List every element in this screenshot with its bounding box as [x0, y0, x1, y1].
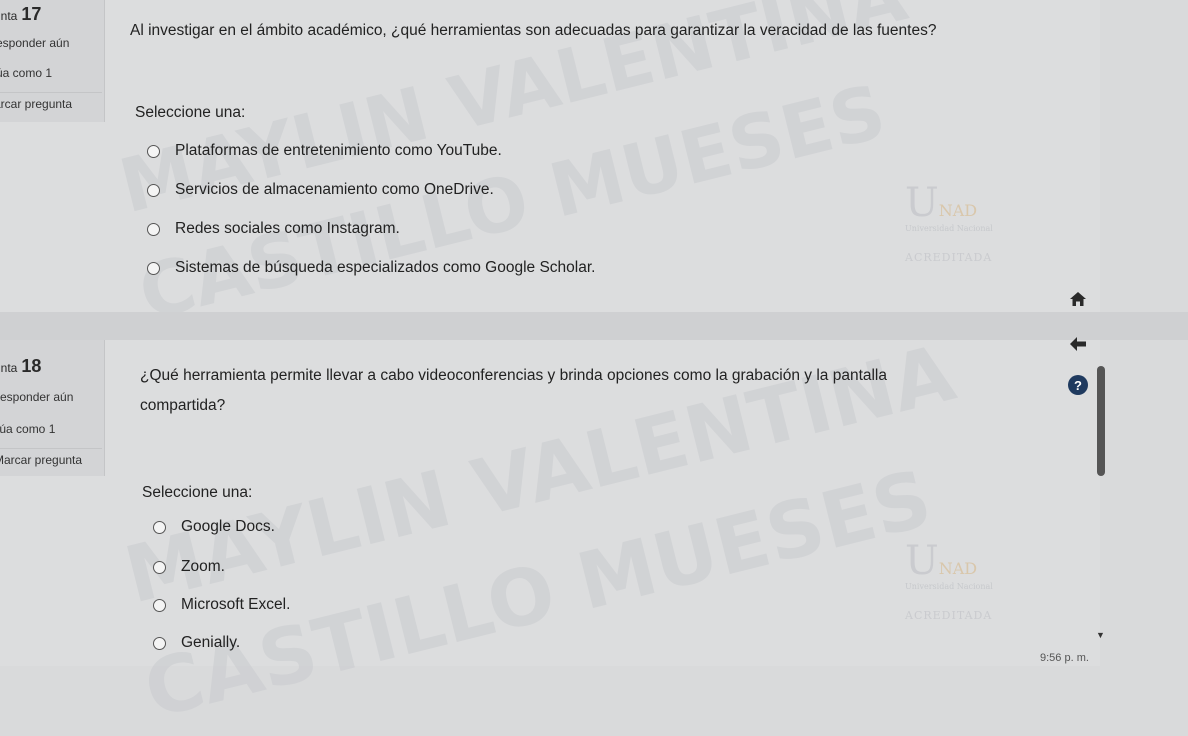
option-label: Servicios de almacenamiento como OneDriv… [175, 181, 494, 198]
logo-subtitle: Universidad Nacional [905, 582, 993, 591]
radio-button[interactable] [147, 183, 160, 197]
question-18-status: responder aún [0, 390, 74, 404]
question-18-score: túa como 1 [0, 422, 56, 436]
question-17-status: esponder aún [0, 36, 70, 50]
back-button[interactable] [1068, 334, 1088, 354]
question-18-text-line1: ¿Qué herramienta permite llevar a cabo v… [140, 367, 887, 384]
radio-button[interactable] [153, 598, 166, 612]
question-18-text: ¿Qué herramienta permite llevar a cabo v… [140, 365, 887, 417]
question-18-info: unta18 responder aún túa como 1 Marcar p… [0, 340, 105, 476]
home-icon [1070, 292, 1086, 306]
option-label: Plataformas de entretenimiento como YouT… [175, 142, 502, 159]
question-18-prompt: Seleccione una: [142, 484, 253, 501]
question-17-text: Al investigar en el ámbito académico, ¿q… [130, 22, 937, 39]
question-label: unta [0, 361, 18, 375]
home-button[interactable] [1068, 289, 1088, 309]
option-label: Redes sociales como Instagram. [175, 220, 400, 237]
help-icon: ? [1074, 377, 1082, 393]
scrollbar-thumb[interactable] [1097, 366, 1105, 476]
q18-option-d[interactable]: Genially. [153, 634, 240, 652]
question-17-block: unta17 esponder aún úa como 1 arcar preg… [0, 0, 1100, 337]
option-label: Sistemas de búsqueda especializados como… [175, 259, 596, 276]
radio-button[interactable] [153, 560, 166, 574]
unad-logo-17: UNAD Universidad Nacional ACREDITADA [905, 180, 993, 264]
unad-logo-18: UNAD Universidad Nacional ACREDITADA [905, 538, 993, 622]
scroll-down-arrow-icon[interactable]: ▼ [1096, 630, 1105, 640]
q18-option-b[interactable]: Zoom. [153, 558, 225, 576]
logo-nad: NAD [938, 201, 978, 220]
option-label: Microsoft Excel. [181, 596, 291, 613]
question-17-info: unta17 esponder aún úa como 1 arcar preg… [0, 0, 105, 122]
q17-option-a[interactable]: Plataformas de entretenimiento como YouT… [147, 142, 502, 160]
question-18-number: unta18 [0, 356, 41, 377]
question-separator [0, 312, 1188, 340]
watermark-surname-17: CASTILLO MUESES [130, 68, 894, 338]
radio-button[interactable] [153, 520, 166, 534]
question-number: 18 [21, 356, 42, 376]
flag-question-17-link[interactable]: arcar pregunta [0, 92, 102, 111]
question-label: unta [0, 9, 18, 23]
q17-option-d[interactable]: Sistemas de búsqueda especializados como… [147, 259, 595, 277]
status-time: 9:56 p. m. [1040, 652, 1089, 664]
back-arrow-icon [1070, 337, 1086, 351]
question-17-number: unta17 [0, 4, 41, 25]
question-18-text-line2: compartida? [140, 397, 226, 414]
question-17-score: úa como 1 [0, 66, 53, 80]
q17-option-b[interactable]: Servicios de almacenamiento como OneDriv… [147, 181, 494, 199]
help-button[interactable]: ? [1068, 375, 1088, 395]
watermark-surname-18: CASTILLO MUESES [136, 453, 940, 736]
q18-option-a[interactable]: Google Docs. [153, 518, 275, 536]
q17-option-c[interactable]: Redes sociales como Instagram. [147, 220, 400, 238]
logo-u: U [905, 180, 939, 226]
radio-button[interactable] [147, 222, 160, 236]
flag-question-18-link[interactable]: Marcar pregunta [0, 448, 102, 467]
option-label: Google Docs. [181, 518, 275, 535]
logo-subtitle: Universidad Nacional [905, 224, 993, 233]
logo-nad: NAD [938, 559, 978, 578]
logo-accredited: ACREDITADA [905, 609, 993, 622]
question-number: 17 [21, 4, 42, 24]
radio-button[interactable] [153, 636, 166, 650]
question-18-block: unta18 responder aún túa como 1 Marcar p… [0, 329, 1100, 736]
radio-button[interactable] [147, 261, 160, 275]
option-label: Genially. [181, 634, 241, 651]
logo-u: U [905, 538, 939, 584]
option-label: Zoom. [181, 558, 225, 575]
question-17-prompt: Seleccione una: [135, 104, 246, 121]
radio-button[interactable] [147, 144, 160, 158]
q18-option-c[interactable]: Microsoft Excel. [153, 596, 290, 614]
logo-accredited: ACREDITADA [905, 251, 993, 264]
